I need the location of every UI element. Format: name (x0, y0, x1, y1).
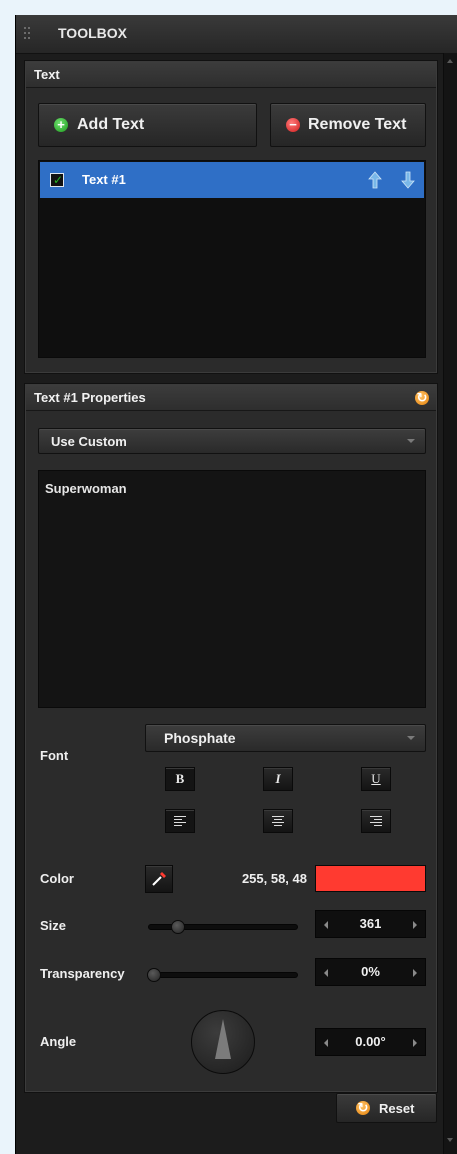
chevron-down-icon (407, 736, 415, 740)
title-bar[interactable]: TOOLBOX (16, 15, 457, 54)
drag-grip-icon[interactable] (24, 27, 32, 41)
decrement-arrow-icon[interactable] (324, 921, 328, 929)
font-label: Font (40, 748, 69, 763)
vertical-scrollbar[interactable] (443, 53, 457, 1154)
color-swatch[interactable] (315, 865, 426, 892)
increment-arrow-icon[interactable] (413, 969, 417, 977)
decrement-arrow-icon[interactable] (324, 1039, 328, 1047)
chevron-down-icon (407, 439, 415, 443)
scroll-down-arrow-icon[interactable] (447, 1138, 453, 1142)
angle-needle-icon (215, 1019, 231, 1059)
eyedropper-icon (152, 872, 166, 886)
properties-panel-title: Text #1 Properties (26, 385, 436, 411)
font-dropdown[interactable]: Phosphate (145, 724, 426, 752)
underline-button[interactable]: U (361, 767, 391, 791)
transparency-slider[interactable] (147, 968, 298, 982)
text-content-input[interactable]: Superwoman (38, 470, 426, 708)
move-down-arrow-icon[interactable] (401, 171, 415, 189)
transparency-stepper[interactable]: 0% (315, 958, 426, 986)
align-right-icon (370, 816, 382, 827)
list-item-text-1[interactable]: ✓ Text #1 (40, 162, 424, 198)
plus-circle-icon: + (54, 118, 68, 132)
align-left-button[interactable] (165, 809, 195, 833)
layer-visibility-checkbox[interactable]: ✓ (50, 173, 64, 187)
size-slider-handle[interactable] (171, 920, 185, 934)
angle-stepper[interactable]: 0.00° (315, 1028, 426, 1056)
increment-arrow-icon[interactable] (413, 921, 417, 929)
scroll-up-arrow-icon[interactable] (447, 59, 453, 63)
eyedropper-button[interactable] (145, 865, 173, 893)
reset-icon: ↻ (356, 1100, 370, 1115)
align-center-button[interactable] (263, 809, 293, 833)
properties-panel: Text #1 Properties ↻ Use Custom Superwom… (24, 383, 438, 1093)
increment-arrow-icon[interactable] (413, 1039, 417, 1047)
align-right-button[interactable] (361, 809, 391, 833)
reset-button[interactable]: ↻ Reset (336, 1093, 437, 1123)
reset-properties-icon[interactable]: ↻ (415, 391, 429, 405)
transparency-label: Transparency (40, 966, 125, 981)
align-left-icon (174, 816, 186, 827)
toolbox-window: TOOLBOX Text + Add Text − Remove Text ✓ … (15, 15, 457, 1154)
preset-dropdown[interactable]: Use Custom (38, 428, 426, 454)
decrement-arrow-icon[interactable] (324, 969, 328, 977)
angle-dial[interactable] (191, 1010, 255, 1074)
size-label: Size (40, 918, 67, 933)
transparency-slider-handle[interactable] (147, 968, 161, 982)
angle-label: Angle (40, 1034, 77, 1049)
size-stepper[interactable]: 361 (315, 910, 426, 938)
text-panel-title: Text (26, 62, 436, 88)
move-up-arrow-icon[interactable] (368, 171, 382, 189)
bold-button[interactable]: B (165, 767, 195, 791)
text-layer-list[interactable]: ✓ Text #1 (38, 160, 426, 358)
remove-text-button[interactable]: − Remove Text (270, 103, 426, 147)
align-center-icon (272, 816, 284, 827)
size-slider[interactable] (148, 920, 298, 934)
color-label: Color (40, 871, 74, 886)
add-text-button[interactable]: + Add Text (38, 103, 257, 147)
text-panel: Text + Add Text − Remove Text ✓ Text #1 (24, 60, 438, 374)
color-rgb-value: 255, 58, 48 (241, 871, 307, 886)
window-title: TOOLBOX (58, 25, 127, 41)
minus-circle-icon: − (286, 118, 300, 132)
italic-button[interactable]: I (263, 767, 293, 791)
